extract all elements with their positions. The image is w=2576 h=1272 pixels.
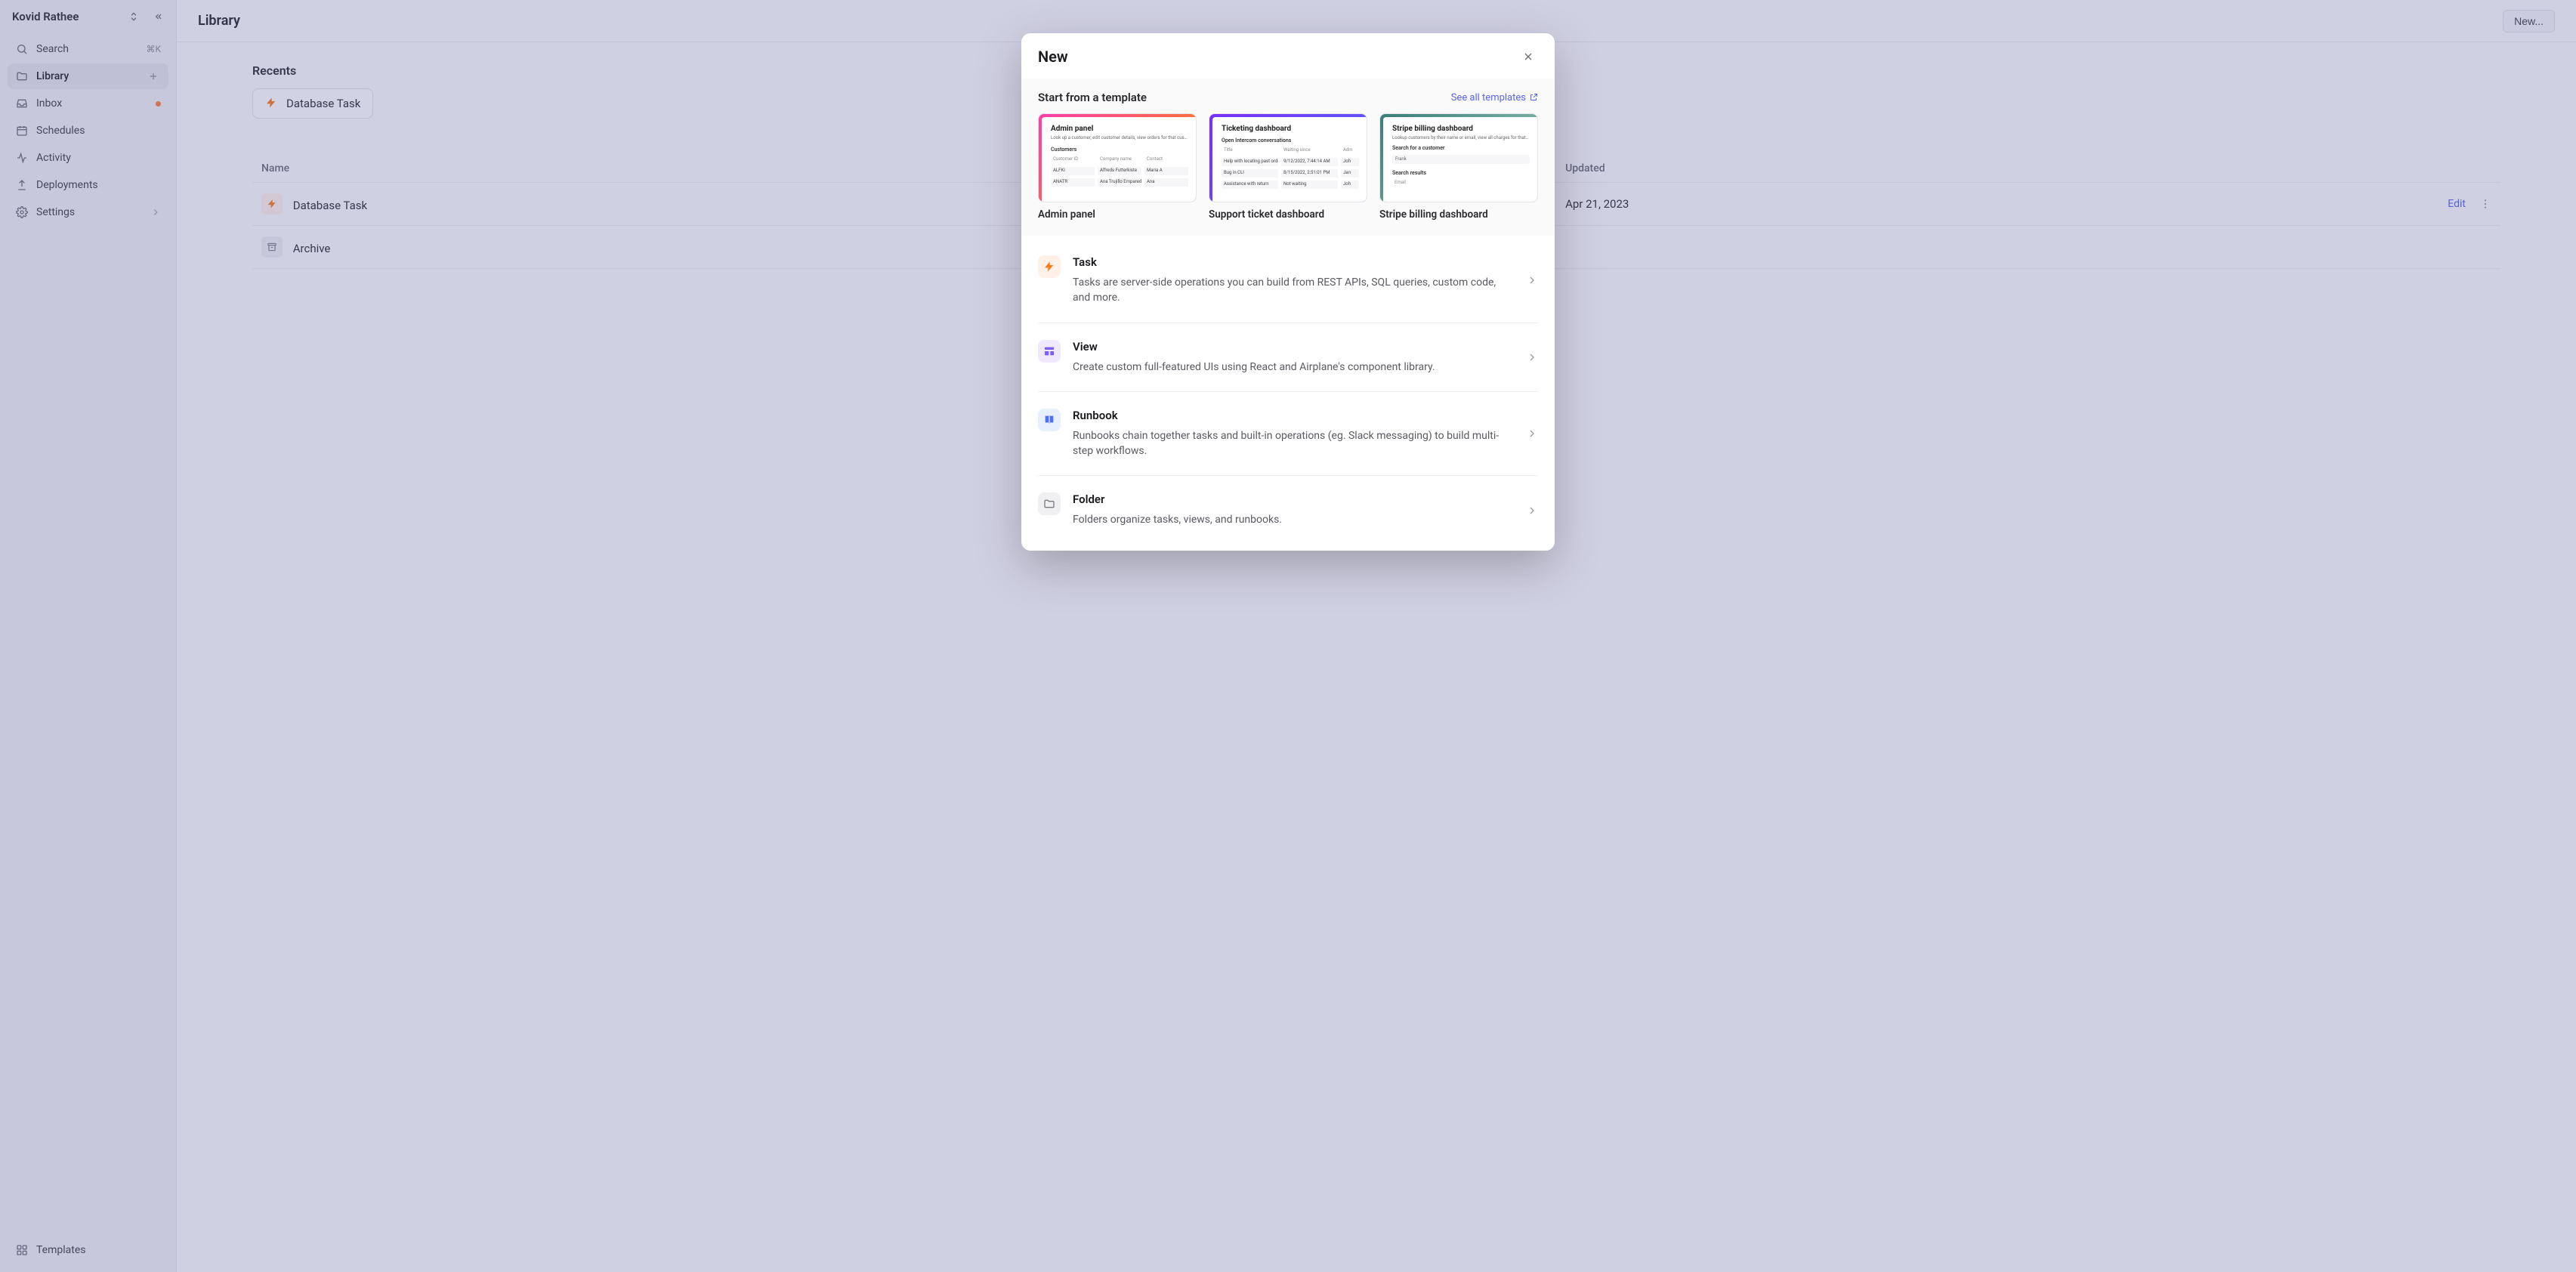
templates-section: Start from a template See all templates … <box>1021 79 1555 236</box>
template-thumbnail: Admin panel Look up a customer, edit cus… <box>1038 113 1197 202</box>
chevron-right-icon <box>1526 428 1538 440</box>
chevron-right-icon <box>1526 351 1538 363</box>
see-all-label: See all templates <box>1451 92 1526 103</box>
option-folder[interactable]: Folder Folders organize tasks, views, an… <box>1038 476 1538 544</box>
chevron-right-icon <box>1526 505 1538 517</box>
option-desc: Folders organize tasks, views, and runbo… <box>1073 512 1514 527</box>
option-desc: Tasks are server-side operations you can… <box>1073 275 1514 306</box>
see-all-templates-link[interactable]: See all templates <box>1451 92 1538 103</box>
bolt-icon <box>1038 255 1061 278</box>
chevron-right-icon <box>1526 274 1538 286</box>
template-thumbnail: Stripe billing dashboard Lookup customer… <box>1379 113 1538 202</box>
layout-icon <box>1038 340 1061 363</box>
template-thumbnail: Ticketing dashboard Open Intercom conver… <box>1209 113 1367 202</box>
option-desc: Create custom full-featured UIs using Re… <box>1073 360 1514 375</box>
template-card-stripe-billing[interactable]: Stripe billing dashboard Lookup customer… <box>1379 113 1538 221</box>
template-label: Support ticket dashboard <box>1209 208 1367 221</box>
folder-icon <box>1038 492 1061 515</box>
external-link-icon <box>1529 93 1538 102</box>
template-label: Admin panel <box>1038 208 1197 221</box>
templates-heading: Start from a template <box>1038 91 1147 104</box>
option-view[interactable]: View Create custom full-featured UIs usi… <box>1038 323 1538 392</box>
modal-header: New <box>1021 33 1555 79</box>
book-icon <box>1038 409 1061 431</box>
option-title: View <box>1073 340 1514 354</box>
template-label: Stripe billing dashboard <box>1379 208 1538 221</box>
new-modal: New Start from a template See all templa… <box>1021 33 1555 551</box>
template-card-admin-panel[interactable]: Admin panel Look up a customer, edit cus… <box>1038 113 1197 221</box>
option-runbook[interactable]: Runbook Runbooks chain together tasks an… <box>1038 392 1538 477</box>
option-task[interactable]: Task Tasks are server-side operations yo… <box>1038 239 1538 323</box>
option-title: Folder <box>1073 492 1514 506</box>
template-card-support-ticket[interactable]: Ticketing dashboard Open Intercom conver… <box>1209 113 1367 221</box>
create-options: Task Tasks are server-side operations yo… <box>1021 236 1555 551</box>
option-desc: Runbooks chain together tasks and built-… <box>1073 428 1514 459</box>
option-title: Runbook <box>1073 409 1514 422</box>
option-title: Task <box>1073 255 1514 269</box>
close-icon[interactable] <box>1518 47 1538 66</box>
modal-title: New <box>1038 48 1068 66</box>
